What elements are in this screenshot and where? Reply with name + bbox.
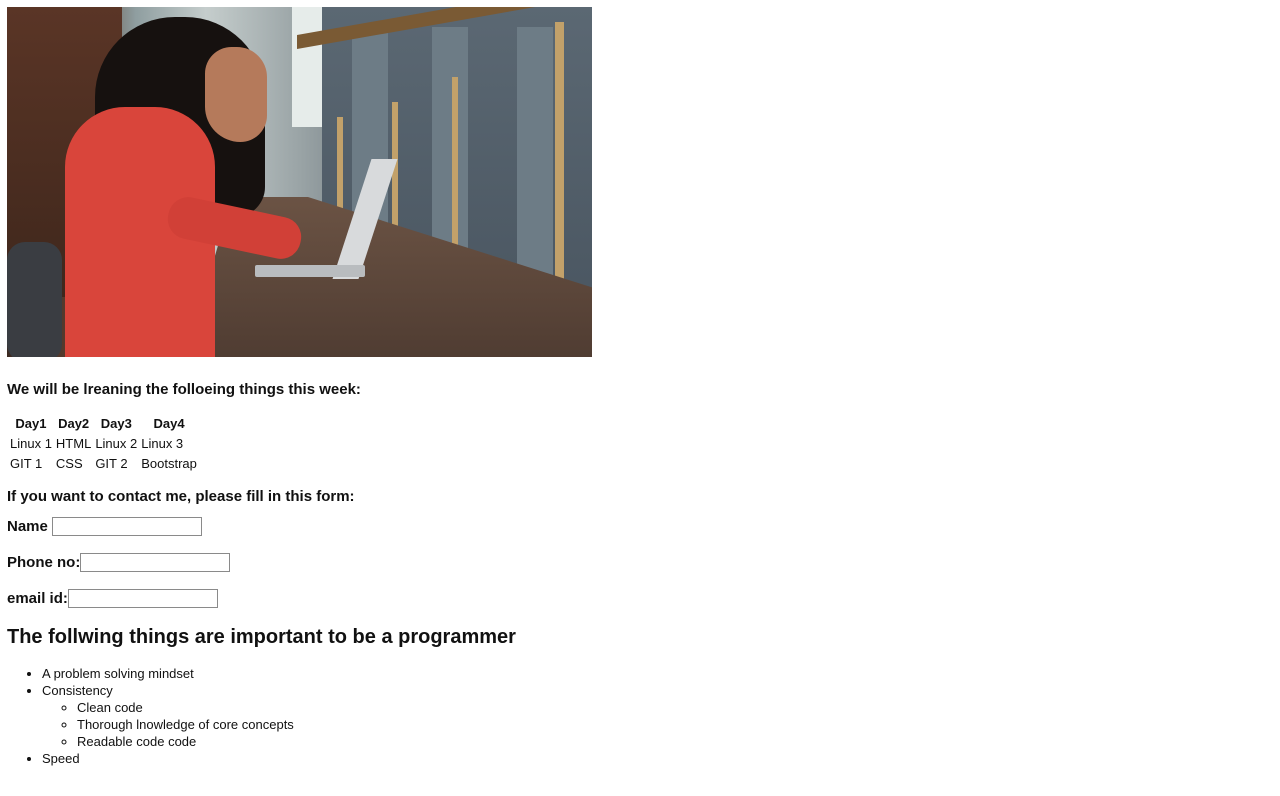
table-header-cell: Day3 [100, 415, 132, 431]
hero-chair [7, 242, 62, 357]
programmer-heading: The follwing things are important to be … [7, 626, 516, 648]
email-row: email id: [7, 589, 1280, 608]
table-cell: CSS [55, 455, 83, 471]
table-header-cell: Day1 [15, 415, 47, 431]
hero-image [7, 7, 592, 357]
hero-person-face [205, 47, 267, 142]
hero-glass-pane [517, 27, 553, 287]
table-cell: GIT 2 [95, 455, 128, 471]
intro-text: We will be lreaning the folloeing things… [7, 381, 361, 398]
list-item: Speed [42, 750, 1280, 767]
list-item: A problem solving mindset [42, 665, 1280, 682]
name-input[interactable] [51, 517, 202, 536]
table-header-cell: Day2 [58, 415, 90, 431]
table-cell: GIT 1 [10, 455, 43, 471]
hero-laptop-base [255, 265, 365, 277]
email-label: email id: [7, 590, 68, 607]
name-row: Name [7, 517, 1280, 536]
table-header-cell: Day4 [153, 415, 185, 431]
table-cell: Linux 3 [141, 435, 184, 451]
list-item: Readable code code [77, 733, 1280, 750]
list-item-label: Consistency [42, 683, 113, 698]
table-row: GIT 1 CSS GIT 2 Bootstrap [9, 454, 198, 472]
phone-row: Phone no: [7, 553, 1280, 572]
programmer-list: A problem solving mindset Consistency Cl… [7, 665, 1280, 767]
phone-label: Phone no: [7, 554, 81, 571]
list-item: Clean code [77, 699, 1280, 716]
table-cell: Linux 1 [10, 435, 52, 451]
table-row: Linux 1 HTML Linux 2 Linux 3 [9, 434, 198, 452]
table-cell: Linux 2 [95, 435, 138, 451]
table-header-row: Day1 Day2 Day3 Day4 [9, 414, 198, 432]
table-cell: HTML [55, 435, 92, 451]
hero-window [292, 7, 322, 127]
list-item: Consistency Clean code Thorough lnowledg… [42, 682, 1280, 750]
page: We will be lreaning the folloeing things… [0, 0, 1280, 767]
schedule-table: Day1 Day2 Day3 Day4 Linux 1 HTML Linux 2… [7, 412, 200, 474]
phone-input[interactable] [80, 553, 231, 572]
table-cell: Bootstrap [141, 455, 197, 471]
name-label: Name [7, 518, 48, 535]
consistency-sublist: Clean code Thorough lnowledge of core co… [42, 699, 1280, 750]
list-item: Thorough lnowledge of core concepts [77, 716, 1280, 733]
email-input[interactable] [67, 589, 218, 608]
contact-heading: If you want to contact me, please fill i… [7, 488, 355, 505]
